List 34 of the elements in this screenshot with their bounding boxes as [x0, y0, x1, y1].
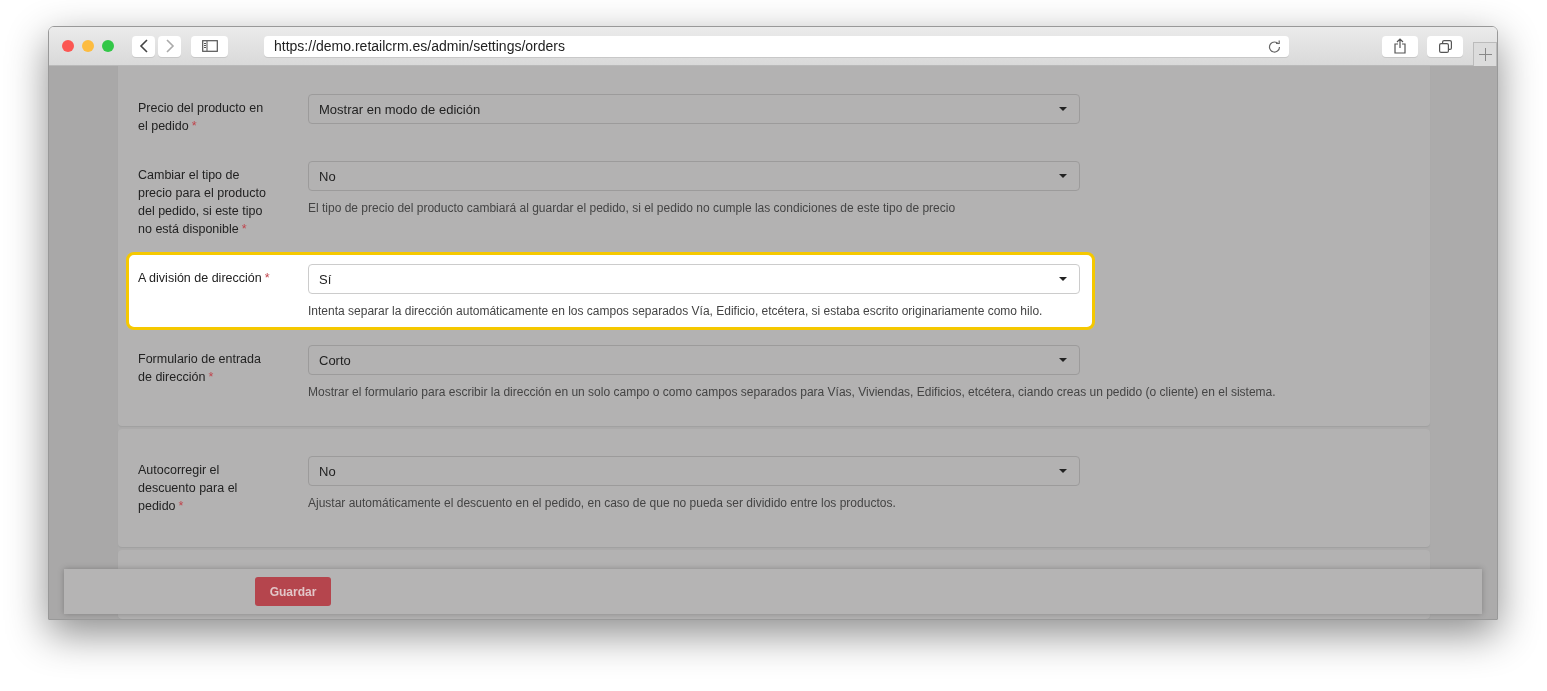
caret-icon	[1059, 277, 1067, 281]
new-tab-button[interactable]	[1473, 42, 1497, 66]
sidebar-icon	[201, 40, 218, 52]
help-text: Ajustar automáticamente el descuento en el pedido, en caso de que no pueda ser dividido entre los productos.	[308, 495, 896, 511]
setting-label: A división de dirección *	[138, 270, 271, 287]
caret-icon	[1059, 174, 1067, 178]
help-text: Intenta separar la dirección automáticamente en los campos separados Vía, Edificio, etcétera, si estaba escrito originariamente como hilo.	[308, 303, 1043, 319]
select-field[interactable]: No	[308, 161, 1080, 191]
select-field[interactable]: Sí	[308, 264, 1080, 294]
share-icon	[1394, 38, 1406, 54]
caret-icon	[1059, 469, 1067, 473]
select-field[interactable]: No	[308, 456, 1080, 486]
caret-icon	[1059, 107, 1067, 111]
back-button[interactable]	[132, 35, 155, 57]
select-field[interactable]: Corto	[308, 345, 1080, 375]
setting-label: Autocorregir el descuento para el pedido *	[138, 462, 239, 515]
tabs-icon	[1438, 39, 1452, 53]
share-button[interactable]	[1382, 35, 1418, 57]
help-text: Mostrar el formulario para escribir la dirección en un solo campo o como campos separados para Vías, Viviendas, Edificios, etcétera, ciando creas un pedido (o cliente) en el sistema.	[308, 384, 1276, 400]
back-icon	[138, 39, 149, 53]
setting-label: Cambiar el tipo de precio para el producto del pedido, si este tipo no está disponible *	[138, 167, 267, 238]
tabs-button[interactable]	[1427, 35, 1463, 57]
address-bar[interactable]: https://demo.retailcrm.es/admin/settings/orders	[264, 35, 1289, 57]
reload-icon[interactable]	[1268, 39, 1281, 53]
maximize-window-button[interactable]	[102, 40, 114, 52]
plus-icon	[1478, 48, 1492, 61]
help-text: El tipo de precio del producto cambiará al guardar el pedido, si el pedido no cumple las condiciones de este tipo de precio	[308, 200, 956, 216]
caret-icon	[1059, 358, 1067, 362]
setting-label: Precio del producto en el pedido *	[138, 100, 265, 135]
close-window-button[interactable]	[62, 40, 74, 52]
forward-icon	[164, 39, 175, 53]
select-field[interactable]: Mostrar en modo de edición	[308, 94, 1080, 124]
sidebar-button[interactable]	[191, 35, 228, 57]
setting-label: Formulario de entrada de dirección *	[138, 351, 262, 386]
